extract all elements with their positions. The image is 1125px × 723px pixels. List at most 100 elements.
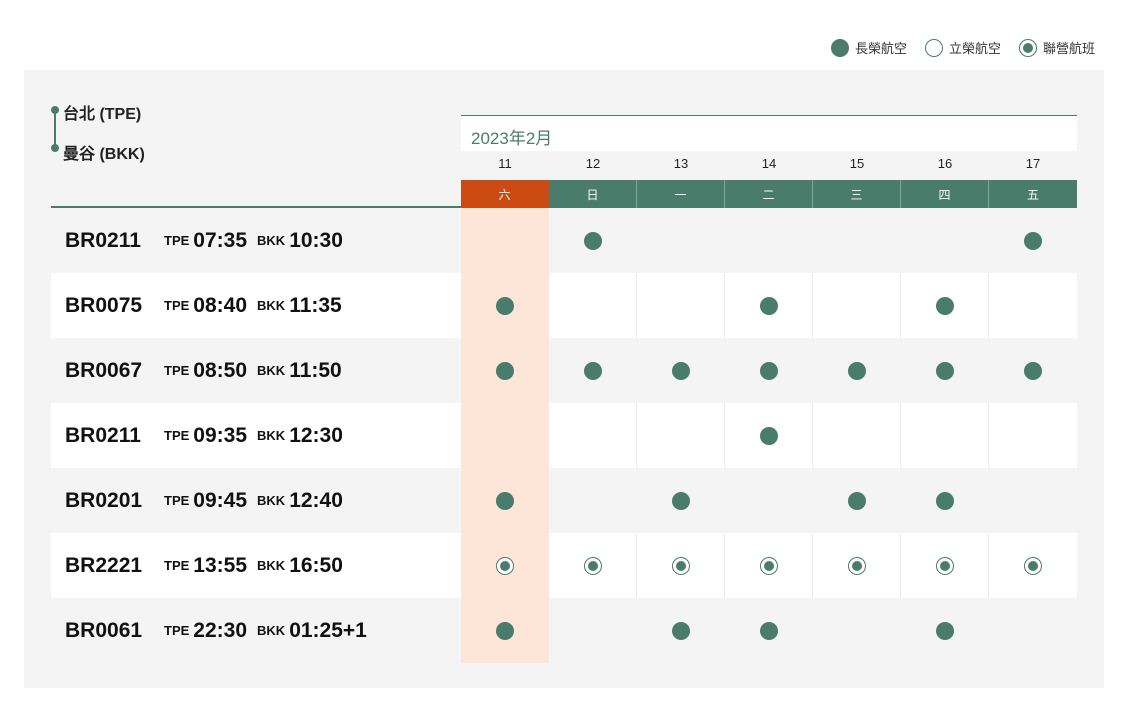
- schedule-cell[interactable]: [461, 338, 549, 403]
- arrival-airport: BKK: [257, 298, 286, 313]
- date-14[interactable]: 14: [725, 156, 813, 178]
- flight-circle-icon[interactable]: [935, 296, 954, 315]
- schedule-cell[interactable]: [901, 468, 989, 533]
- date-row: 11 12 13 14 15 16 17: [461, 156, 1077, 178]
- codeshare-circle-icon[interactable]: [1024, 556, 1042, 575]
- flight-info: BR0211 TPE 09:35 BKK 12:30: [51, 403, 461, 468]
- flight-number: BR2221: [65, 553, 143, 577]
- empty-circle-icon: [924, 38, 943, 57]
- schedule-cell[interactable]: [549, 338, 637, 403]
- date-11[interactable]: 11: [461, 156, 549, 178]
- schedule-cell[interactable]: [725, 533, 813, 598]
- schedule-cell[interactable]: [725, 338, 813, 403]
- weekday-tab-11[interactable]: 六: [461, 180, 549, 208]
- flight-circle-icon[interactable]: [759, 426, 778, 445]
- schedule-cell: [461, 403, 549, 468]
- weekday-tab-15[interactable]: 三: [813, 180, 901, 208]
- weekday-tab-13[interactable]: 一: [637, 180, 725, 208]
- flight-circle-icon[interactable]: [495, 296, 514, 315]
- flight-circle-icon[interactable]: [935, 491, 954, 510]
- schedule-cell[interactable]: [461, 468, 549, 533]
- flight-circle-icon[interactable]: [583, 231, 602, 250]
- flight-circle-icon[interactable]: [847, 361, 866, 380]
- departure-airport: TPE: [164, 428, 190, 443]
- date-16[interactable]: 16: [901, 156, 989, 178]
- legend-label: 聯營航班: [1042, 41, 1095, 56]
- codeshare-circle-icon[interactable]: [671, 556, 690, 575]
- schedule-cell[interactable]: [549, 533, 637, 598]
- schedule-cell[interactable]: [989, 533, 1077, 598]
- flight-circle-icon[interactable]: [495, 491, 514, 510]
- schedule-cell[interactable]: [725, 403, 813, 468]
- ring-circle-icon: [1018, 38, 1037, 57]
- schedule-cell[interactable]: [901, 273, 989, 338]
- codeshare-circle-icon[interactable]: [495, 556, 514, 575]
- flight-circle-icon[interactable]: [495, 361, 514, 380]
- flight-circle-icon[interactable]: [671, 621, 690, 640]
- flight-circle-icon[interactable]: [583, 361, 602, 380]
- weekday-tab-12[interactable]: 日: [549, 180, 637, 208]
- schedule-cell[interactable]: [725, 273, 813, 338]
- flight-number: BR0211: [65, 228, 141, 252]
- schedule-cell[interactable]: [989, 338, 1077, 403]
- weekday-tab-14[interactable]: 二: [725, 180, 813, 208]
- arrival-airport: BKK: [257, 623, 286, 638]
- arrival-time: 12:40: [289, 488, 343, 512]
- schedule-cell[interactable]: [461, 533, 549, 598]
- schedule-cell[interactable]: [461, 598, 549, 663]
- codeshare-circle-icon[interactable]: [847, 556, 866, 575]
- date-17[interactable]: 17: [989, 156, 1077, 178]
- flight-circle-icon[interactable]: [671, 491, 690, 510]
- flight-circle-icon[interactable]: [1024, 361, 1042, 380]
- schedule-cell: [549, 598, 637, 663]
- flight-circle-icon[interactable]: [759, 621, 778, 640]
- schedule-cell[interactable]: [901, 533, 989, 598]
- departure-airport: TPE: [164, 233, 190, 248]
- arrival-time: 11:50: [289, 358, 342, 382]
- schedule-cell: [813, 598, 901, 663]
- codeshare-circle-icon[interactable]: [935, 556, 954, 575]
- schedule-panel: 台北 (TPE) 曼谷 (BKK) 2023年2月 11 12 13 14 15 16 17…: [24, 70, 1104, 688]
- schedule-cell: [813, 208, 901, 273]
- table-row: BR0061 TPE 22:30 BKK 01:25+1: [51, 598, 1077, 663]
- flight-circle-icon[interactable]: [759, 361, 778, 380]
- schedule-cell[interactable]: [637, 338, 725, 403]
- table-row: BR0211 TPE 09:35 BKK 12:30: [51, 403, 1077, 468]
- schedule-cell[interactable]: [813, 468, 901, 533]
- schedule-cell[interactable]: [901, 598, 989, 663]
- schedule-cell[interactable]: [549, 208, 637, 273]
- date-12[interactable]: 12: [549, 156, 637, 178]
- departure-airport: TPE: [164, 363, 190, 378]
- flight-circle-icon[interactable]: [1024, 231, 1042, 250]
- flight-circle-icon[interactable]: [495, 621, 514, 640]
- codeshare-circle-icon[interactable]: [759, 556, 778, 575]
- schedule-cell[interactable]: [813, 338, 901, 403]
- departure-airport: TPE: [164, 493, 190, 508]
- schedule-cell[interactable]: [637, 598, 725, 663]
- schedule-cell[interactable]: [637, 533, 725, 598]
- departure-time: 22:30: [193, 618, 248, 642]
- schedule-cell[interactable]: [637, 468, 725, 533]
- weekday-tab-17[interactable]: 五: [989, 180, 1077, 208]
- schedule-cell[interactable]: [901, 338, 989, 403]
- departure-airport: TPE: [164, 623, 190, 638]
- flight-circle-icon[interactable]: [759, 296, 778, 315]
- flight-circle-icon[interactable]: [671, 361, 690, 380]
- flight-number: BR0075: [65, 293, 143, 317]
- arrival-airport: BKK: [257, 493, 286, 508]
- schedule-cell[interactable]: [989, 208, 1077, 273]
- date-13[interactable]: 13: [637, 156, 725, 178]
- schedule-cell[interactable]: [725, 598, 813, 663]
- schedule-cell[interactable]: [461, 273, 549, 338]
- flight-info: BR0201 TPE 09:45 BKK 12:40: [51, 468, 461, 533]
- schedule-cell[interactable]: [813, 533, 901, 598]
- schedule-cell: [637, 273, 725, 338]
- date-15[interactable]: 15: [813, 156, 901, 178]
- codeshare-circle-icon[interactable]: [583, 556, 602, 575]
- flight-circle-icon[interactable]: [935, 621, 954, 640]
- flight-circle-icon[interactable]: [847, 491, 866, 510]
- flight-circle-icon[interactable]: [935, 361, 954, 380]
- weekday-tab-16[interactable]: 四: [901, 180, 989, 208]
- flight-number: BR0067: [65, 358, 143, 382]
- arrival-time: 01:25+1: [289, 618, 367, 642]
